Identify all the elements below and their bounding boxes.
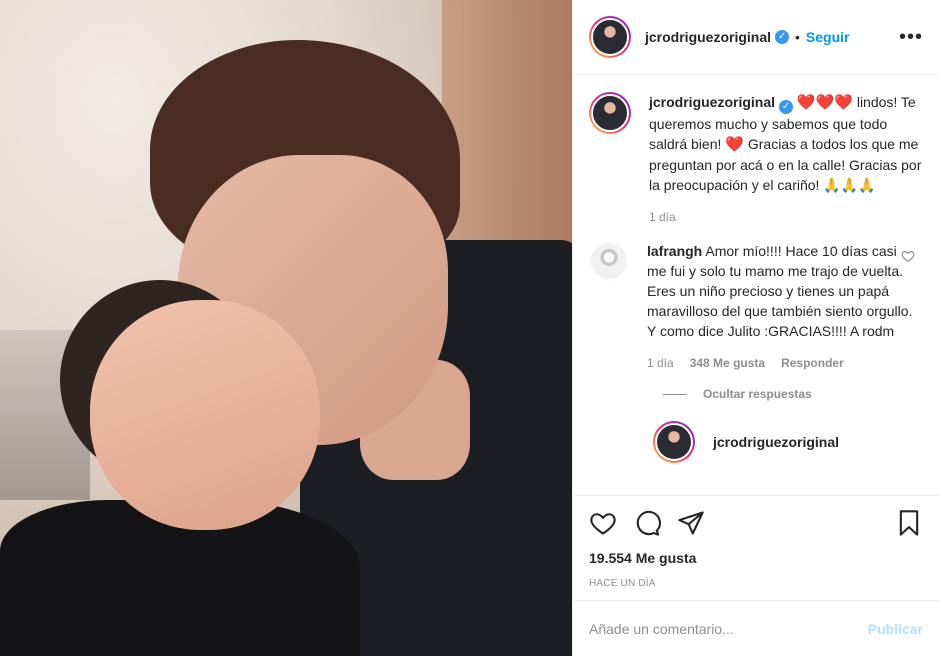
caption-meta: 1 día (649, 207, 923, 227)
author-avatar[interactable] (589, 16, 631, 58)
post-header: jcrodriguezoriginal ✓ • Seguir ••• (573, 0, 939, 75)
post-date[interactable]: HACE UN DÍA (589, 578, 923, 589)
post-side-panel: jcrodriguezoriginal ✓ • Seguir ••• jcrod… (572, 0, 939, 656)
hide-replies-toggle[interactable]: Ocultar respuestas (663, 387, 923, 401)
instagram-post: jcrodriguezoriginal ✓ • Seguir ••• jcrod… (0, 0, 939, 656)
replies-divider-line (663, 393, 687, 395)
reply-username[interactable]: jcrodriguezoriginal (713, 434, 839, 450)
pray-emoji-icon: 🙏🙏🙏 (823, 177, 876, 193)
comment-body: lafrangh Amor mío!!!! Hace 10 días casi … (647, 241, 917, 373)
likes-count[interactable]: 19.554 Me gusta (589, 550, 923, 566)
more-options-icon[interactable]: ••• (899, 26, 923, 49)
comments-list[interactable]: jcrodriguezoriginal ✓ ❤️❤️❤️ lindos! Te q… (573, 76, 939, 494)
comment-like-heart-icon[interactable] (901, 249, 915, 263)
author-username[interactable]: jcrodriguezoriginal (645, 29, 771, 45)
caption-comment: jcrodriguezoriginal ✓ ❤️❤️❤️ lindos! Te q… (589, 92, 923, 227)
comment-time[interactable]: 1 día (647, 353, 674, 373)
photo-boy-face (90, 300, 320, 530)
caption-username[interactable]: jcrodriguezoriginal (649, 94, 775, 110)
follow-button[interactable]: Seguir (806, 29, 850, 45)
reply-author-avatar[interactable] (653, 421, 695, 463)
caption-body: jcrodriguezoriginal ✓ ❤️❤️❤️ lindos! Te q… (649, 92, 923, 227)
verified-badge-icon: ✓ (779, 100, 794, 114)
save-bookmark-icon[interactable] (895, 509, 923, 537)
commenter-avatar[interactable] (589, 241, 629, 281)
verified-badge-icon: ✓ (775, 30, 790, 44)
comment-bubble-icon[interactable] (633, 509, 661, 537)
share-paper-plane-icon[interactable] (677, 509, 705, 537)
heart-emoji-icon: ❤️❤️❤️ (796, 94, 853, 111)
caption-author-avatar[interactable] (589, 92, 631, 134)
publish-button[interactable]: Publicar (868, 621, 923, 637)
reply-item: jcrodriguezoriginal (653, 421, 923, 463)
caption-time[interactable]: 1 día (649, 207, 676, 227)
action-icons-row (589, 508, 923, 538)
hide-replies-label: Ocultar respuestas (703, 387, 812, 401)
header-separator: • (795, 29, 800, 45)
comment-username[interactable]: lafrangh (647, 243, 702, 259)
comment-item: lafrangh Amor mío!!!! Hace 10 días casi … (589, 241, 923, 373)
comment-input[interactable] (589, 620, 868, 637)
post-photo[interactable] (0, 0, 572, 656)
heart-emoji-icon: ❤️ (725, 136, 744, 153)
add-comment-bar: Publicar (573, 600, 939, 656)
reply-button[interactable]: Responder (781, 353, 844, 373)
post-actions: 19.554 Me gusta HACE UN DÍA (573, 495, 939, 589)
comment-meta: 1 día 348 Me gusta Responder (647, 353, 917, 373)
like-heart-icon[interactable] (589, 509, 617, 537)
comment-likes[interactable]: 348 Me gusta (690, 353, 765, 373)
